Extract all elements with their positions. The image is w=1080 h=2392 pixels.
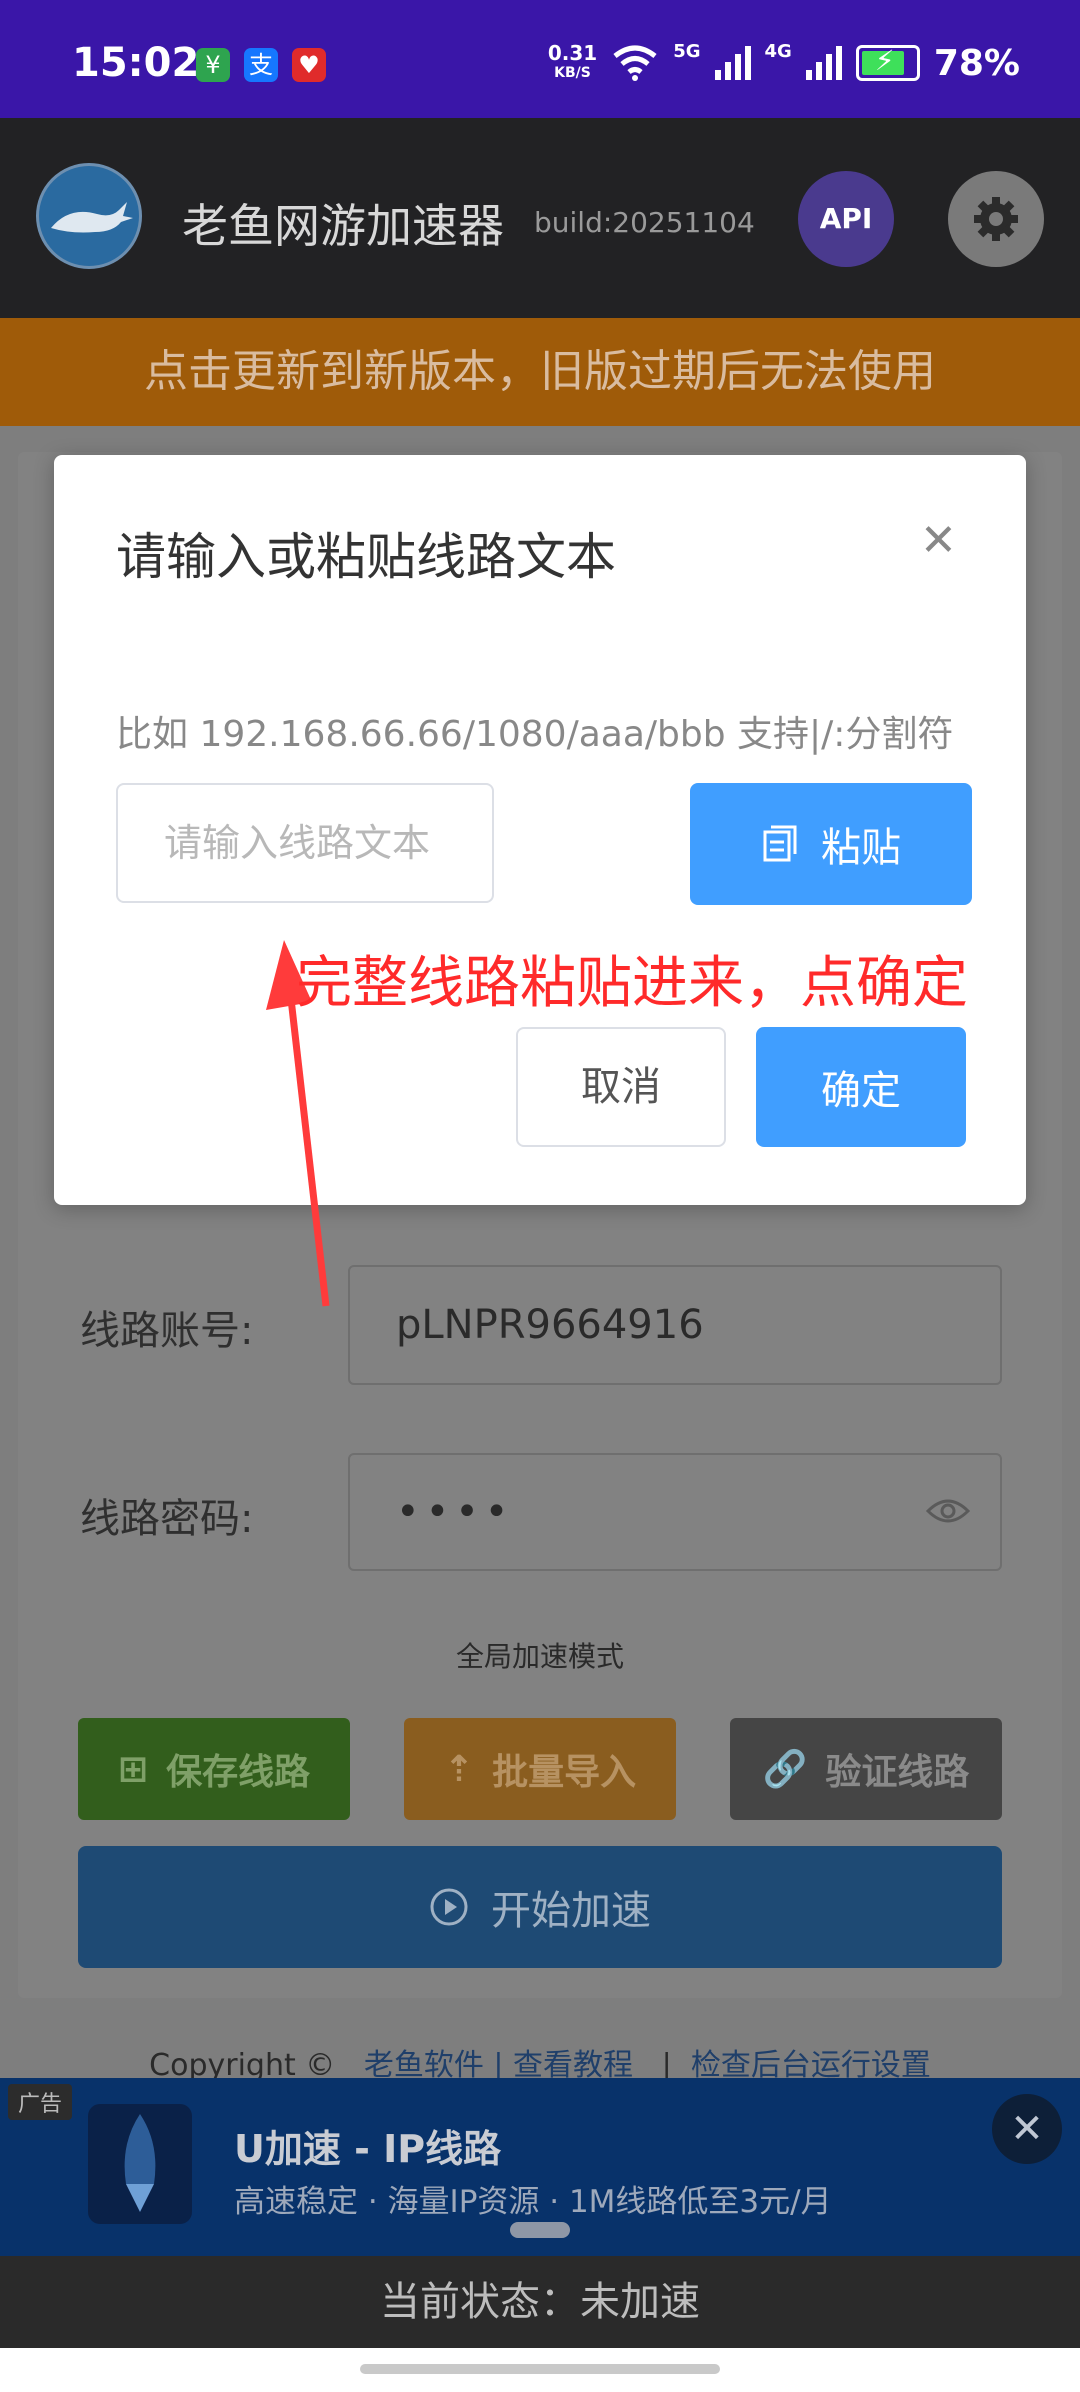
route-text-dialog: 请输入或粘贴线路文本 ✕ 比如 192.168.66.66/1080/aaa/b… — [54, 455, 1026, 1205]
password-label: 线路密码: — [80, 1496, 254, 1542]
folder-add-icon: ⊞ — [117, 1748, 149, 1790]
current-status: 当前状态：未加速 — [0, 2256, 1080, 2348]
gear-icon — [974, 197, 1018, 241]
network-speed: 0.31 KB/S — [547, 41, 598, 81]
confirm-button[interactable]: 确定 — [756, 1027, 966, 1147]
password-field[interactable]: •••• — [348, 1453, 1002, 1571]
mode-label: 全局加速模式 — [455, 1640, 624, 1673]
nav-gesture-handle[interactable] — [360, 2364, 720, 2374]
api-button[interactable]: API — [798, 171, 894, 267]
save-route-button[interactable]: ⊞ 保存线路 — [78, 1718, 350, 1820]
status-bar: 15:02 ¥ 支 ♥ 0.31 KB/S 5G 4G ⚡ 78% — [0, 0, 1080, 118]
upload-icon: ⇡ — [443, 1748, 475, 1790]
account-label: 线路账号: — [80, 1308, 254, 1354]
batch-import-button[interactable]: ⇡ 批量导入 — [404, 1718, 676, 1820]
ad-tag: 广告 — [8, 2084, 73, 2120]
route-text-input[interactable]: 请输入线路文本 — [116, 783, 494, 903]
verify-route-button[interactable]: 🔗 验证线路 — [730, 1718, 1002, 1820]
battery-icon: ⚡ — [855, 44, 920, 81]
app-logo — [36, 163, 142, 269]
clock: 15:02 — [72, 40, 200, 86]
paste-button[interactable]: 粘贴 — [690, 783, 972, 905]
settings-button[interactable] — [948, 171, 1044, 267]
update-banner[interactable]: 点击更新到新版本，旧版过期后无法使用 — [0, 318, 1080, 426]
4g-label: 4G — [764, 40, 792, 62]
start-accelerate-button[interactable]: 开始加速 — [78, 1846, 1002, 1968]
ad-title: U加速 - IP线路 — [234, 2127, 502, 2171]
ad-rocket-icon — [88, 2104, 192, 2224]
wechat-pay-icon: ¥ — [196, 48, 230, 82]
ad-indicator — [510, 2222, 570, 2238]
alipay-icon: 支 — [244, 48, 278, 82]
account-field[interactable]: pLNPR9664916 — [348, 1265, 1002, 1385]
5g-label: 5G — [673, 40, 701, 62]
clipboard-icon — [763, 825, 797, 862]
annotation-text: 完整线路粘贴进来，点确定 — [296, 951, 968, 1016]
close-icon[interactable]: ✕ — [920, 515, 957, 566]
status-right: 0.31 KB/S 5G 4G ⚡ 78% — [548, 38, 1020, 88]
app-icon: ♥ — [292, 48, 326, 82]
ad-close-icon[interactable]: ✕ — [992, 2094, 1062, 2164]
app-title: 老鱼网游加速器 — [182, 199, 504, 253]
wifi-icon — [613, 45, 657, 81]
signal-4g-icon — [805, 46, 842, 80]
signal-5g-icon — [714, 46, 751, 80]
whale-icon — [51, 202, 133, 233]
eye-icon[interactable] — [926, 1496, 970, 1526]
play-circle-icon — [430, 1888, 468, 1926]
cancel-button[interactable]: 取消 — [516, 1027, 726, 1147]
dialog-title: 请输入或粘贴线路文本 — [116, 528, 616, 586]
dialog-hint: 比如 192.168.66.66/1080/aaa/bbb 支持|/:分割符 — [116, 714, 954, 755]
build-label: build:20251104 — [534, 206, 755, 239]
ad-description: 高速稳定 · 海量IP资源 · 1M线路低至3元/月 — [234, 2184, 832, 2220]
link-icon: 🔗 — [762, 1749, 808, 1790]
battery-percent: 78% — [933, 42, 1020, 84]
